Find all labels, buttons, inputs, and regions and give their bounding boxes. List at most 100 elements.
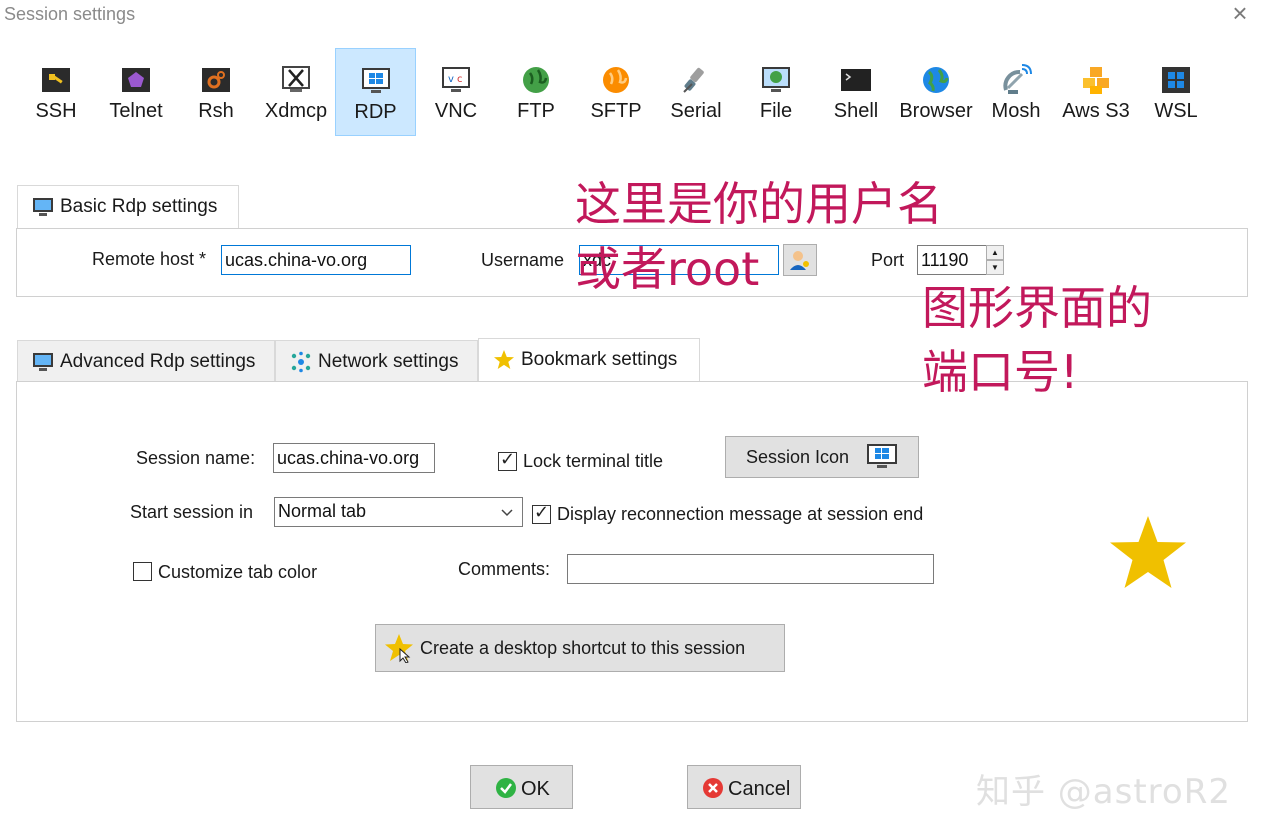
tab-label: Bookmark settings: [521, 349, 678, 370]
session-type-label: Rsh: [198, 100, 234, 122]
cancel-label: Cancel: [728, 778, 791, 800]
create-desktop-shortcut-button[interactable]: Create a desktop shortcut to this sessio…: [375, 624, 785, 672]
check-circle-icon: [496, 778, 516, 798]
svg-text:c: c: [457, 74, 463, 85]
session-type-telnet[interactable]: Telnet: [96, 48, 176, 136]
tab-basic-rdp-settings[interactable]: Basic Rdp settings: [17, 185, 239, 229]
monitor-icon: [33, 197, 53, 216]
remote-host-label: Remote host *: [92, 249, 207, 269]
annotation-username-line1: 这里是你的用户名: [575, 177, 943, 231]
session-type-rsh[interactable]: Rsh: [176, 48, 256, 136]
window-title: Session settings: [4, 4, 136, 24]
session-type-label: Shell: [833, 100, 879, 122]
annotation-port-line1: 图形界面的: [922, 281, 1152, 335]
session-type-file[interactable]: File: [736, 48, 816, 136]
session-type-shell[interactable]: Shell: [816, 48, 896, 136]
lock-terminal-title-label: Lock terminal title: [523, 451, 664, 471]
session-icon-button-label: Session Icon: [746, 447, 850, 467]
close-icon[interactable]: ×: [1228, 0, 1252, 26]
ssh-icon: [42, 68, 70, 92]
check-mark-icon: ✓: [534, 502, 550, 522]
comments-label: Comments:: [458, 559, 551, 579]
comments-input[interactable]: [567, 554, 934, 584]
svg-text:v: v: [448, 74, 454, 85]
reconnection-message-label: Display reconnection message at session …: [557, 504, 924, 524]
session-type-label: RDP: [354, 101, 397, 123]
reconnection-message-checkbox[interactable]: ✓: [532, 502, 551, 524]
monitor-icon: [33, 352, 53, 371]
lock-terminal-title-checkbox[interactable]: ✓: [498, 449, 517, 471]
session-type-sftp[interactable]: SFTP: [576, 48, 656, 136]
tab-label: Basic Rdp settings: [60, 196, 218, 217]
session-type-label: Xdmcp: [264, 100, 328, 122]
start-session-in-value: Normal tab: [278, 501, 367, 521]
star-icon: [494, 349, 514, 369]
tab-bookmark-settings[interactable]: Bookmark settings: [478, 338, 700, 383]
session-icon-button[interactable]: Session Icon: [725, 436, 919, 478]
username-label: Username: [481, 250, 565, 270]
aws-s3-icon: [1083, 67, 1109, 94]
session-type-browser[interactable]: Browser: [896, 48, 976, 136]
shell-icon: [841, 69, 871, 91]
cancel-button[interactable]: Cancel: [687, 765, 801, 809]
session-type-ftp[interactable]: FTP: [496, 48, 576, 136]
tab-network-settings[interactable]: Network settings: [275, 340, 478, 382]
sftp-icon: [603, 67, 629, 93]
start-session-in-select[interactable]: Normal tab: [274, 497, 523, 527]
mosh-icon: [1003, 64, 1032, 94]
port-increment[interactable]: ▲: [986, 245, 1004, 260]
user-picker-button[interactable]: [783, 244, 817, 276]
session-type-label: VNC: [434, 100, 478, 122]
network-icon: [291, 351, 311, 373]
telnet-icon: [122, 68, 150, 92]
session-type-rdp[interactable]: RDP: [335, 48, 416, 136]
bookmark-star-icon: [1110, 516, 1186, 588]
session-type-label: SFTP: [590, 100, 642, 122]
session-name-input[interactable]: [273, 443, 435, 473]
customize-tab-color-checkbox[interactable]: [133, 562, 152, 581]
port-label: Port: [871, 250, 905, 270]
session-type-xdmcp[interactable]: Xdmcp: [256, 48, 336, 136]
serial-icon: [683, 67, 704, 93]
create-desktop-shortcut-label: Create a desktop shortcut to this sessio…: [420, 638, 746, 658]
session-type-mosh[interactable]: Mosh: [976, 48, 1056, 136]
xdmcp-icon: [282, 66, 310, 92]
session-name-label: Session name:: [136, 448, 256, 468]
session-type-label: Aws S3: [1062, 100, 1130, 122]
port-input[interactable]: [917, 245, 987, 275]
browser-icon: [923, 67, 949, 93]
session-type-label: WSL: [1154, 100, 1198, 122]
start-session-in-label: Start session in: [130, 502, 254, 522]
vnc-icon: vc: [442, 67, 470, 92]
tab-label: Network settings: [318, 351, 459, 372]
session-type-wsl[interactable]: WSL: [1136, 48, 1216, 136]
remote-host-input[interactable]: [221, 245, 411, 275]
session-type-label: SSH: [35, 100, 77, 122]
session-type-serial[interactable]: Serial: [656, 48, 736, 136]
annotation-username-line2: 或者root: [575, 242, 760, 296]
rdp-icon: [867, 444, 897, 468]
ok-button[interactable]: OK: [470, 765, 573, 809]
ftp-icon: [523, 67, 549, 93]
tab-label: Advanced Rdp settings: [60, 351, 256, 372]
customize-tab-color-label: Customize tab color: [158, 562, 318, 582]
session-type-vnc[interactable]: vc VNC: [416, 48, 496, 136]
session-type-label: Browser: [899, 100, 973, 122]
session-type-label: Telnet: [109, 100, 163, 122]
session-type-ssh[interactable]: SSH: [16, 48, 96, 136]
ok-label: OK: [521, 778, 550, 800]
wsl-icon: [1162, 67, 1190, 93]
rsh-icon: [202, 68, 230, 92]
session-type-aws-s3[interactable]: Aws S3: [1056, 48, 1136, 136]
session-type-label: Serial: [670, 100, 722, 122]
rdp-icon: [362, 68, 390, 93]
check-mark-icon: ✓: [500, 449, 516, 469]
tab-advanced-rdp-settings[interactable]: Advanced Rdp settings: [17, 340, 275, 382]
chevron-down-icon: [501, 509, 513, 517]
file-icon: [762, 67, 790, 92]
watermark: 知乎 @astroR2: [976, 772, 1231, 812]
user-icon: [790, 251, 809, 270]
session-type-label: Mosh: [991, 100, 1041, 122]
cancel-icon: [703, 778, 723, 798]
annotation-port-line2: 端口号!: [922, 345, 1079, 399]
